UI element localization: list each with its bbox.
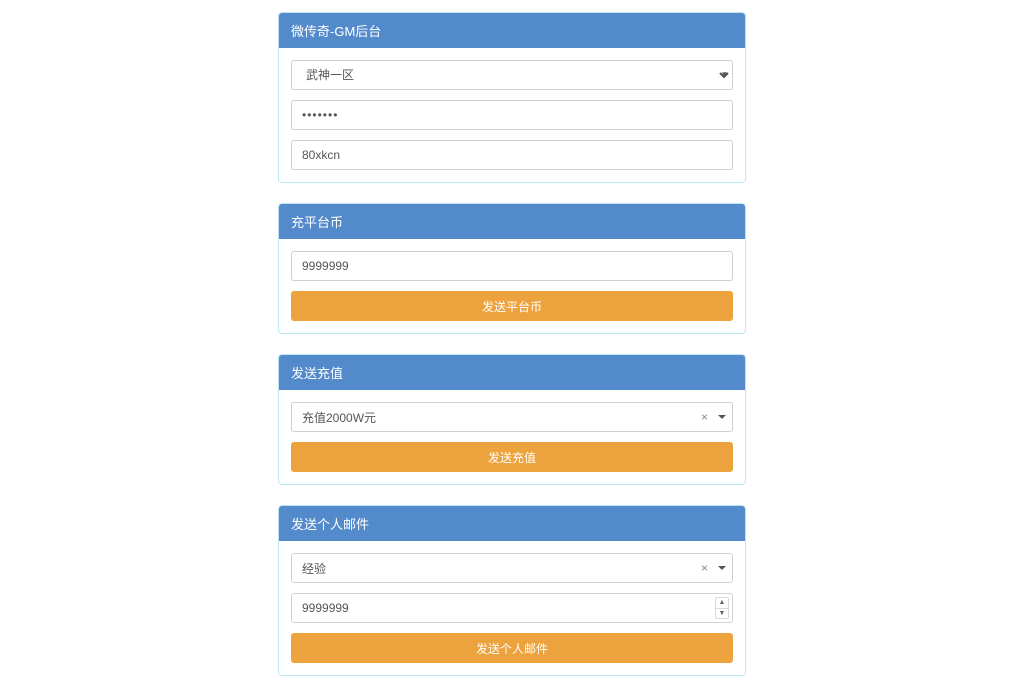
panel-send-mail-body: 经验 × ▲ ▼ 发送个人邮件 — [279, 541, 745, 675]
chevron-down-icon — [718, 415, 726, 419]
send-mail-button[interactable]: 发送个人邮件 — [291, 633, 733, 663]
panel-platform-currency-body: 发送平台币 — [279, 239, 745, 333]
panel-send-mail-title: 发送个人邮件 — [279, 506, 745, 541]
server-select[interactable]: 武神一区 — [291, 60, 733, 90]
recharge-item-combo-value: 充值2000W元 — [302, 409, 695, 426]
mail-item-combo[interactable]: 经验 × — [291, 553, 733, 583]
mail-amount-wrap: ▲ ▼ — [291, 593, 733, 623]
page-root: 微传奇-GM后台 武神一区 ▾ 充平台币 发送平台币 发送充值 充值2000W元 — [0, 0, 1024, 676]
send-recharge-button[interactable]: 发送充值 — [291, 442, 733, 472]
password-input[interactable] — [291, 100, 733, 130]
mail-item-combo-value: 经验 — [302, 560, 695, 577]
spinner-down-icon[interactable]: ▼ — [716, 609, 728, 619]
panel-platform-currency: 充平台币 发送平台币 — [278, 203, 746, 334]
panel-send-recharge: 发送充值 充值2000W元 × 发送充值 — [278, 354, 746, 485]
mail-amount-spinner: ▲ ▼ — [715, 597, 729, 619]
panel-gm-login-body: 武神一区 ▾ — [279, 48, 745, 182]
mail-amount-input[interactable] — [291, 593, 733, 623]
chevron-down-icon — [718, 566, 726, 570]
panel-platform-currency-title: 充平台币 — [279, 204, 745, 239]
recharge-item-clear-icon[interactable]: × — [695, 410, 714, 424]
panel-send-recharge-title: 发送充值 — [279, 355, 745, 390]
spinner-up-icon[interactable]: ▲ — [716, 598, 728, 609]
verification-code-input[interactable] — [291, 140, 733, 170]
panel-gm-login: 微传奇-GM后台 武神一区 ▾ — [278, 12, 746, 183]
send-platform-currency-button[interactable]: 发送平台币 — [291, 291, 733, 321]
recharge-item-combo[interactable]: 充值2000W元 × — [291, 402, 733, 432]
mail-item-clear-icon[interactable]: × — [695, 561, 714, 575]
panel-send-mail: 发送个人邮件 经验 × ▲ ▼ 发送个人邮件 — [278, 505, 746, 676]
panel-send-recharge-body: 充值2000W元 × 发送充值 — [279, 390, 745, 484]
server-select-wrap: 武神一区 ▾ — [291, 60, 733, 90]
panel-gm-login-title: 微传奇-GM后台 — [279, 13, 745, 48]
platform-currency-amount-input[interactable] — [291, 251, 733, 281]
